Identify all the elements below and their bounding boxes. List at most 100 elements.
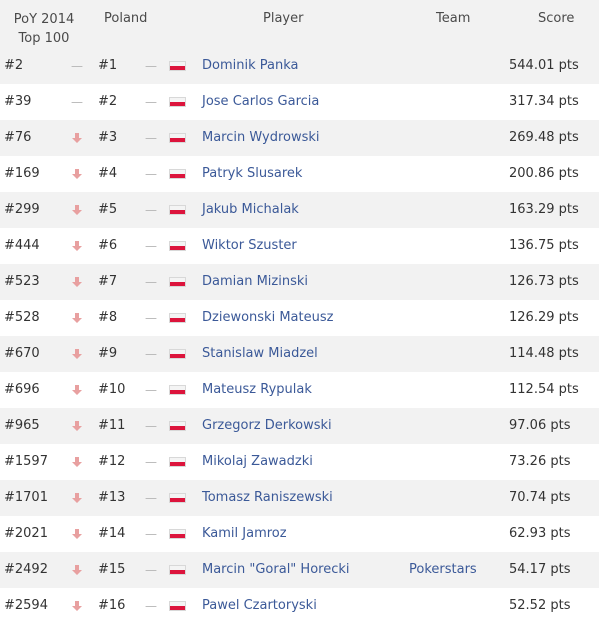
player-name-link[interactable]: Stanislaw Miadzel (202, 336, 318, 372)
table-row: #696 #10 — Mateusz Rypulak 112.54 pts (0, 372, 599, 408)
table-row: #2594 #16 — Pawel Czartoryski 52.52 pts (0, 588, 599, 624)
player-score: 317.34 pts (509, 94, 579, 109)
poland-change-no-change-icon: — (145, 491, 157, 505)
arrow-down-icon (72, 240, 82, 251)
player-score: 52.52 pts (509, 598, 571, 613)
player-name-link[interactable]: Patryk Slusarek (202, 156, 302, 192)
poland-flag-icon (170, 278, 185, 286)
poy-rank: #2492 (4, 562, 48, 577)
poy-rank: #965 (4, 418, 40, 433)
poland-change-no-change-icon: — (145, 563, 157, 577)
poland-change-no-change-icon: — (145, 347, 157, 361)
table-row: #523 #7 — Damian Mizinski 126.73 pts (0, 264, 599, 300)
poy-rank: #1597 (4, 454, 48, 469)
player-name-link[interactable]: Grzegorz Derkowski (202, 408, 332, 444)
table-row: #2 — #1 — Dominik Panka 544.01 pts (0, 48, 599, 84)
arrow-down-icon (72, 600, 82, 611)
arrow-down-icon (72, 564, 82, 575)
table-row: #299 #5 — Jakub Michalak 163.29 pts (0, 192, 599, 228)
poland-rank: #1 (98, 58, 118, 73)
table-row: #670 #9 — Stanislaw Miadzel 114.48 pts (0, 336, 599, 372)
table-row: #1597 #12 — Mikolaj Zawadzki 73.26 pts (0, 444, 599, 480)
poy-rank: #39 (4, 94, 32, 109)
poland-flag-icon (170, 494, 185, 502)
arrow-down-icon (72, 168, 82, 179)
player-name-link[interactable]: Mikolaj Zawadzki (202, 444, 313, 480)
poy-change-down-arrow-icon (68, 228, 86, 264)
player-name-link[interactable]: Tomasz Raniszewski (202, 480, 333, 516)
player-score: 163.29 pts (509, 202, 579, 217)
poland-rank: #10 (98, 382, 126, 397)
poland-change-no-change-icon: — (145, 419, 157, 433)
arrow-down-icon (72, 348, 82, 359)
rankings-table: PoY 2014 Top 100 Poland Player Team Scor… (0, 0, 599, 628)
poland-rank: #5 (98, 202, 118, 217)
table-row: #39 — #2 — Jose Carlos Garcia 317.34 pts (0, 84, 599, 120)
player-name-link[interactable]: Jose Carlos Garcia (202, 84, 319, 120)
player-score: 126.73 pts (509, 274, 579, 289)
poy-rank: #696 (4, 382, 40, 397)
poland-flag-icon (170, 350, 185, 358)
poy-change-down-arrow-icon (68, 300, 86, 336)
player-score: 97.06 pts (509, 418, 571, 433)
player-score: 126.29 pts (509, 310, 579, 325)
header-poy-line2: Top 100 (18, 31, 70, 46)
header-poy-rank[interactable]: PoY 2014 Top 100 (0, 10, 88, 48)
header-poy-line1: PoY 2014 (13, 12, 75, 27)
poy-rank: #2021 (4, 526, 48, 541)
header-score[interactable]: Score (538, 11, 574, 26)
poy-rank: #299 (4, 202, 40, 217)
poland-change-no-change-icon: — (145, 527, 157, 541)
poland-change-no-change-icon: — (145, 239, 157, 253)
player-name-link[interactable]: Jakub Michalak (202, 192, 299, 228)
poy-rank: #1701 (4, 490, 48, 505)
poy-rank: #2594 (4, 598, 48, 613)
poland-change-no-change-icon: — (145, 599, 157, 613)
table-row: #965 #11 — Grzegorz Derkowski 97.06 pts (0, 408, 599, 444)
header-player[interactable]: Player (263, 11, 303, 26)
poy-rank: #169 (4, 166, 40, 181)
poy-rank: #2 (4, 58, 24, 73)
player-name-link[interactable]: Kamil Jamroz (202, 516, 287, 552)
player-name-link[interactable]: Pawel Czartoryski (202, 588, 317, 624)
team-link[interactable]: Pokerstars (409, 552, 477, 588)
player-name-link[interactable]: Damian Mizinski (202, 264, 308, 300)
poland-flag-icon (170, 98, 185, 106)
player-name-link[interactable]: Mateusz Rypulak (202, 372, 312, 408)
arrow-down-icon (72, 492, 82, 503)
poland-rank: #14 (98, 526, 126, 541)
poland-change-no-change-icon: — (145, 167, 157, 181)
poland-rank: #16 (98, 598, 126, 613)
player-name-link[interactable]: Marcin Wydrowski (202, 120, 320, 156)
player-score: 70.74 pts (509, 490, 571, 505)
table-row: #528 #8 — Dziewonski Mateusz 126.29 pts (0, 300, 599, 336)
poy-change-down-arrow-icon (68, 408, 86, 444)
header-poland-rank[interactable]: Poland (104, 11, 147, 26)
poy-change-down-arrow-icon (68, 516, 86, 552)
player-score: 114.48 pts (509, 346, 579, 361)
arrow-down-icon (72, 456, 82, 467)
player-name-link[interactable]: Dominik Panka (202, 48, 298, 84)
player-name-link[interactable]: Marcin "Goral" Horecki (202, 552, 350, 588)
table-row: #2492 #15 — Marcin "Goral" Horecki Pokerstar… (0, 552, 599, 588)
poy-rank: #444 (4, 238, 40, 253)
poland-change-no-change-icon: — (145, 59, 157, 73)
player-score: 544.01 pts (509, 58, 579, 73)
player-name-link[interactable]: Dziewonski Mateusz (202, 300, 333, 336)
poland-rank: #11 (98, 418, 126, 433)
poland-rank: #12 (98, 454, 126, 469)
poland-rank: #6 (98, 238, 118, 253)
poland-flag-icon (170, 566, 185, 574)
header-team[interactable]: Team (436, 11, 470, 26)
player-score: 54.17 pts (509, 562, 571, 577)
poy-change-down-arrow-icon (68, 444, 86, 480)
poy-rank: #523 (4, 274, 40, 289)
poy-rank: #670 (4, 346, 40, 361)
poland-change-no-change-icon: — (145, 203, 157, 217)
poland-change-no-change-icon: — (145, 311, 157, 325)
table-row: #444 #6 — Wiktor Szuster 136.75 pts (0, 228, 599, 264)
arrow-down-icon (72, 276, 82, 287)
arrow-down-icon (72, 132, 82, 143)
player-name-link[interactable]: Wiktor Szuster (202, 228, 297, 264)
poy-change-down-arrow-icon (68, 588, 86, 624)
